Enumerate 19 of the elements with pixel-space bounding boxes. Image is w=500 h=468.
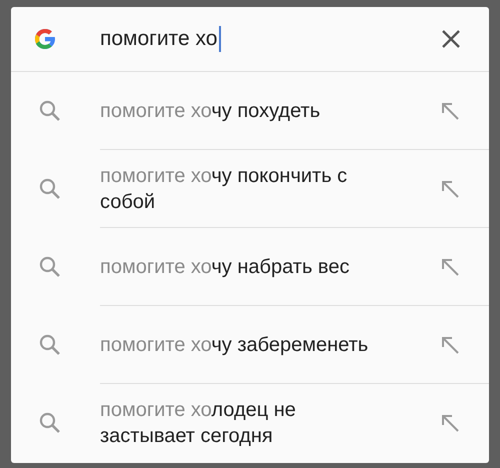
search-icon xyxy=(38,411,62,435)
search-icon xyxy=(38,177,62,201)
search-icon xyxy=(38,99,62,123)
suggestion-text[interactable]: помогите холодец не застывает сегодня xyxy=(100,397,390,449)
arrow-icon[interactable] xyxy=(441,258,459,276)
suggestion-text[interactable]: помогите хочу похудеть xyxy=(100,98,390,124)
g-logo-icon xyxy=(33,26,57,52)
arrow-icon[interactable] xyxy=(441,336,459,354)
text-cursor xyxy=(219,26,221,52)
arrow-icon[interactable] xyxy=(441,180,459,198)
search-icon xyxy=(38,333,62,357)
suggestion-text[interactable]: помогите хочу покончить с собой xyxy=(100,162,390,214)
search-icon xyxy=(38,255,62,279)
suggestion-text[interactable]: помогите хочу набрать вес xyxy=(100,254,390,280)
arrow-icon[interactable] xyxy=(441,102,459,120)
close-button[interactable] xyxy=(441,29,461,49)
search-field[interactable]: помогите хо xyxy=(100,26,219,52)
arrow-icon[interactable] xyxy=(441,414,459,432)
suggestion-text[interactable]: помогите хочу забеременеть xyxy=(100,332,390,358)
